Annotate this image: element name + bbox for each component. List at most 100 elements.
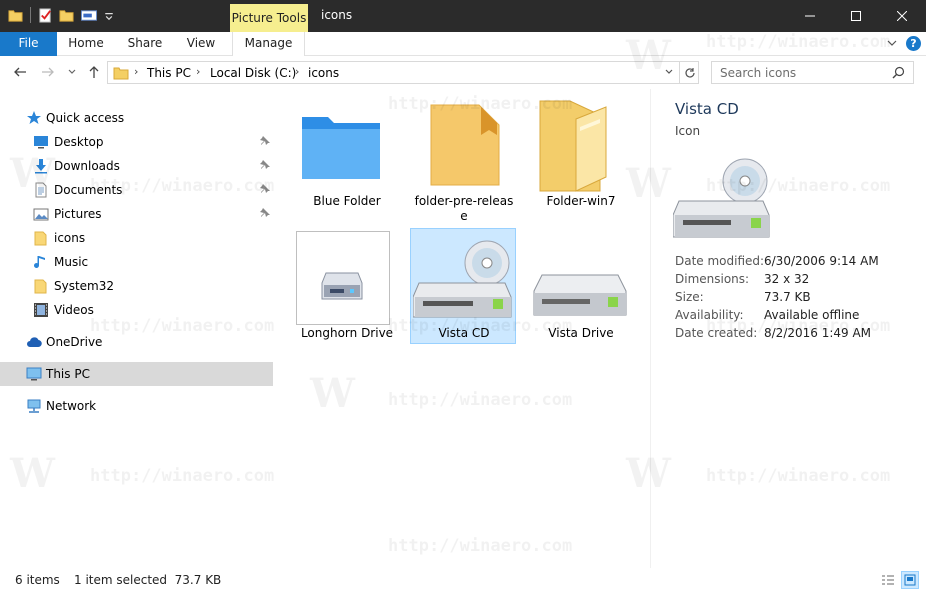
new-folder-icon[interactable] — [59, 8, 74, 23]
details-property: Availability: Available offline — [675, 308, 925, 326]
details-property: Size: 73.7 KB — [675, 290, 925, 308]
file-tile[interactable]: folder-pre-release — [411, 97, 517, 223]
file-tile[interactable]: Longhorn Drive — [294, 229, 400, 345]
details-view-icon — [882, 575, 894, 585]
nav-item-desktop[interactable]: Desktop — [0, 130, 273, 154]
search-input[interactable] — [712, 62, 890, 83]
search-box[interactable] — [711, 61, 914, 84]
picture-tools-contextual-tab: Picture Tools — [230, 4, 308, 32]
nav-item-icons[interactable]: icons — [0, 226, 273, 250]
vista-cd-icon — [673, 158, 770, 238]
cloud-icon — [27, 337, 42, 348]
expand-ribbon-chevron-icon[interactable] — [886, 37, 898, 49]
details-property: Dimensions: 32 x 32 — [675, 272, 925, 290]
download-arrow-icon — [35, 159, 47, 174]
help-button[interactable]: ? — [906, 36, 921, 51]
pin-icon[interactable] — [259, 207, 271, 219]
property-value: 73.7 KB — [764, 290, 811, 304]
close-button[interactable] — [879, 0, 925, 32]
file-list-view[interactable]: Blue Folder folder-pre-release Folder-wi… — [282, 89, 650, 568]
file-name: Blue Folder — [313, 194, 381, 208]
nav-item-pictures[interactable]: Pictures — [0, 202, 273, 226]
address-dropdown-chevron-icon[interactable] — [664, 67, 674, 77]
close-icon — [897, 11, 907, 21]
file-tile[interactable]: Folder-win7 — [528, 97, 634, 213]
folder-icon[interactable] — [8, 8, 23, 23]
tab-share[interactable]: Share — [122, 32, 168, 56]
nav-item-label: Pictures — [54, 207, 102, 221]
nav-item-network[interactable]: Network — [0, 394, 273, 418]
breadcrumb-this-pc[interactable]: This PC — [147, 66, 191, 80]
property-value: 32 x 32 — [764, 272, 810, 286]
tab-file[interactable]: File — [0, 32, 57, 56]
maximize-icon — [851, 11, 861, 21]
breadcrumb-separator-icon[interactable]: › — [134, 65, 138, 78]
rename-icon[interactable] — [80, 8, 98, 23]
minimize-button[interactable] — [787, 0, 833, 32]
nav-item-label: Desktop — [54, 135, 104, 149]
pin-icon[interactable] — [259, 159, 271, 171]
file-tile[interactable]: Vista Drive — [528, 229, 634, 345]
nav-item-system32[interactable]: System32 — [0, 274, 273, 298]
minimize-icon — [805, 15, 815, 17]
star-icon — [27, 111, 41, 124]
search-icon[interactable] — [892, 66, 905, 79]
file-tile[interactable]: Blue Folder — [294, 97, 400, 213]
nav-item-label: System32 — [54, 279, 115, 293]
nav-item-downloads[interactable]: Downloads — [0, 154, 273, 178]
refresh-icon — [684, 67, 695, 78]
up-button[interactable] — [86, 64, 102, 80]
music-note-icon — [34, 256, 45, 268]
breadcrumb-separator-icon[interactable]: › — [196, 65, 200, 78]
details-title: Vista CD — [675, 100, 739, 118]
nav-item-documents[interactable]: Documents — [0, 178, 273, 202]
tab-manage[interactable]: Manage — [232, 32, 305, 56]
status-bar: 6 items 1 item selected 73.7 KB — [0, 568, 926, 593]
nav-item-quick-access[interactable]: Quick access — [0, 106, 273, 130]
pin-icon[interactable] — [259, 135, 271, 147]
nav-item-videos[interactable]: Videos — [0, 298, 273, 322]
file-name: Vista CD — [438, 326, 490, 340]
nav-item-label: This PC — [46, 367, 90, 381]
pin-icon[interactable] — [259, 183, 271, 195]
maximize-button[interactable] — [833, 0, 879, 32]
large-icons-view-button[interactable] — [901, 571, 919, 589]
breadcrumb-separator-icon[interactable]: › — [295, 65, 299, 78]
nav-item-music[interactable]: Music — [0, 250, 273, 274]
file-name: folder-pre-release — [414, 194, 514, 223]
properties-icon[interactable] — [38, 7, 53, 23]
breadcrumb-icons[interactable]: icons — [308, 66, 339, 80]
folder-pre-release-icon — [430, 104, 500, 186]
address-bar[interactable]: › This PC › Local Disk (C:) › icons — [107, 61, 699, 84]
nav-item-onedrive[interactable]: OneDrive — [0, 330, 273, 354]
vista-cd-icon — [413, 240, 512, 318]
breadcrumb-local-disk[interactable]: Local Disk (C:) — [210, 66, 296, 80]
vista-drive-icon — [533, 274, 627, 316]
toolbar-divider — [30, 7, 31, 23]
nav-item-label: Quick access — [46, 111, 125, 125]
forward-button[interactable] — [40, 64, 56, 80]
recent-locations-button[interactable] — [64, 64, 80, 80]
tab-view[interactable]: View — [180, 32, 222, 56]
navigation-pane: Quick access Desktop Downloads Documents… — [0, 100, 282, 568]
chevron-down-icon — [68, 69, 76, 74]
pictures-icon — [33, 208, 49, 221]
back-button[interactable] — [12, 64, 28, 80]
nav-item-label: OneDrive — [46, 335, 103, 349]
blue-folder-icon — [302, 117, 380, 179]
customize-toolbar-chevron-icon[interactable] — [104, 8, 114, 23]
nav-item-label: Documents — [54, 183, 123, 197]
refresh-button[interactable] — [679, 62, 699, 83]
details-view-button[interactable] — [879, 571, 897, 589]
file-tile[interactable]: Vista CD — [410, 228, 516, 344]
details-type: Icon — [675, 124, 701, 138]
tab-home[interactable]: Home — [63, 32, 109, 56]
nav-item-this-pc[interactable]: This PC — [0, 362, 273, 386]
details-property: Date modified: 6/30/2006 9:14 AM — [675, 254, 925, 272]
selection-info: 1 item selected 73.7 KB — [74, 573, 222, 587]
large-icons-view-icon — [904, 574, 916, 586]
folder-icon — [34, 231, 47, 246]
nav-item-label: icons — [54, 231, 86, 245]
folder-icon — [34, 279, 47, 294]
file-name: Longhorn Drive — [300, 326, 394, 340]
